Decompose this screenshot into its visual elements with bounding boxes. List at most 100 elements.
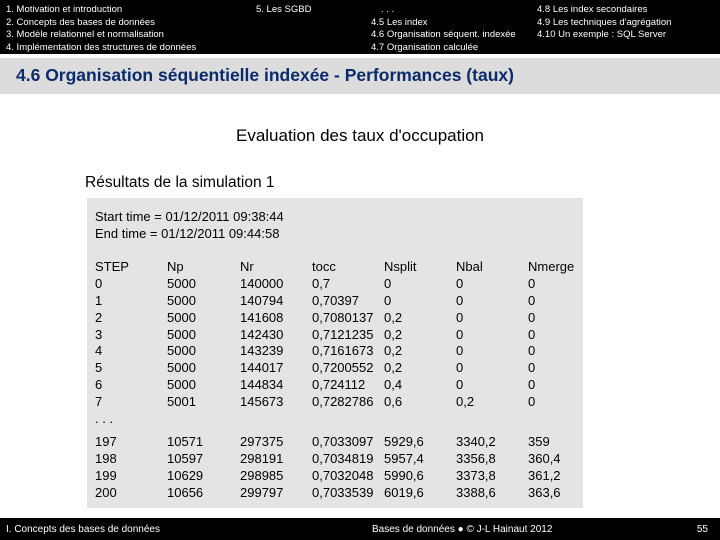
table-cell: 10629	[167, 467, 204, 483]
end-time: End time = 01/12/2011 09:44:58	[95, 226, 280, 241]
nav-item[interactable]: 4.7 Organisation calculée	[371, 42, 516, 55]
slide-subtitle: Evaluation des taux d'occupation	[235, 126, 485, 145]
slide-title: 4.6 Organisation séquentielle indexée - …	[16, 65, 514, 85]
column-nmerge-block2: 359 360,4 361,2 363,6	[528, 434, 561, 502]
table-cell: 0,7033539	[312, 484, 374, 500]
nav-item-sgbd[interactable]: 5. Les SGBD	[256, 4, 311, 17]
column-nmerge-block1: Nmerge 0 0 0 0 0 0 0 0	[528, 259, 574, 411]
column-header: STEP	[95, 259, 129, 274]
table-cell: 5000	[167, 326, 196, 342]
table-cell: 0,7200552	[312, 360, 374, 376]
nav-item[interactable]: 4.6 Organisation séquent. indexée	[371, 29, 516, 42]
nav-sections-column: . . . 4.5 Les index 4.6 Organisation séq…	[371, 4, 516, 54]
column-nsplit-block1: Nsplit 0 0 0,2 0,2 0,2 0,2 0,4 0,6	[384, 259, 417, 411]
column-nr-block1: Nr 140000 140794 141608 142430 143239 14…	[240, 259, 283, 411]
table-cell: 6	[95, 377, 103, 393]
table-cell: 5000	[167, 275, 196, 291]
table-cell: 5000	[167, 377, 196, 393]
start-time: Start time = 01/12/2011 09:38:44	[95, 209, 284, 224]
table-cell: 197	[95, 434, 117, 449]
table-cell: 140000	[240, 275, 284, 291]
table-cell: 0,2	[384, 309, 403, 325]
column-nbal-block2: 3340,2 3356,8 3373,8 3388,6	[456, 434, 496, 502]
table-cell: 0	[528, 326, 536, 342]
table-cell: 144834	[240, 377, 284, 393]
table-cell: 5000	[167, 292, 196, 308]
table-cell: 0	[528, 309, 536, 325]
table-cell: 0,7121235	[312, 326, 374, 342]
table-cell: 0	[528, 292, 536, 308]
table-cell: 199	[95, 467, 117, 483]
table-cell: 0	[528, 394, 536, 410]
run-times: Start time = 01/12/2011 09:38:44 End tim…	[95, 208, 284, 242]
table-cell: 0,7282786	[312, 394, 374, 410]
table-cell: 10571	[167, 434, 204, 449]
table-cell: 360,4	[528, 450, 561, 466]
table-cell: 5000	[167, 360, 196, 376]
column-nbal-block1: Nbal 0 0 0 0 0 0 0 0,2	[456, 259, 483, 411]
table-cell: 145673	[240, 394, 284, 410]
table-cell: 0	[95, 275, 103, 291]
table-cell: 144017	[240, 360, 284, 376]
table-cell: 143239	[240, 343, 284, 359]
table-cell: 198	[95, 450, 117, 466]
table-cell: 0	[456, 360, 464, 376]
table-cell: 0,7161673	[312, 343, 374, 359]
table-cell: 0	[456, 292, 464, 308]
table-cell: 2	[95, 309, 103, 325]
table-cell: 0	[456, 326, 464, 342]
table-cell: 10597	[167, 450, 204, 466]
table-cell: 1	[95, 292, 103, 308]
column-tocc-block1: tocc 0,7 0,70397 0,7080137 0,7121235 0,7…	[312, 259, 373, 411]
column-header: Nbal	[456, 259, 483, 274]
column-header: Nmerge	[528, 259, 575, 274]
top-navigation-bar: 1. Motivation et introduction 2. Concept…	[0, 0, 720, 54]
table-cell: 0,4	[384, 377, 403, 393]
results-heading: Résultats de la simulation 1	[85, 174, 275, 191]
nav-item[interactable]: 4.8 Les index secondaires	[537, 4, 671, 17]
table-cell: 359	[528, 434, 550, 449]
table-cell: 361,2	[528, 467, 561, 483]
nav-item[interactable]: . . .	[371, 4, 516, 17]
table-cell: 0,7033097	[312, 434, 374, 449]
table-cell: 5000	[167, 309, 196, 325]
table-cell: 142430	[240, 326, 284, 342]
table-cell: 200	[95, 484, 117, 500]
table-cell: 0	[384, 275, 392, 291]
table-cell: 0,2	[384, 360, 403, 376]
column-step-block1: STEP 0 1 2 3 4 5 6 7 . . .	[95, 259, 129, 428]
nav-item[interactable]: 4.5 Les index	[371, 17, 516, 30]
page-number: 55	[696, 524, 708, 535]
table-cell: 299797	[240, 484, 284, 500]
nav-item[interactable]: 4.9 Les techniques d'agrégation	[537, 17, 671, 30]
column-step-block2: 197 198 199 200	[95, 434, 117, 502]
footer-bar: I. Concepts des bases de données Bases d…	[0, 518, 720, 540]
table-cell: 5000	[167, 343, 196, 359]
table-cell: 298191	[240, 450, 284, 466]
simulation-results-panel: Start time = 01/12/2011 09:38:44 End tim…	[87, 198, 583, 508]
table-cell: 7	[95, 394, 103, 410]
nav-item[interactable]: 3. Modèle relationnel et normalisation	[6, 29, 196, 42]
table-cell: 3356,8	[456, 450, 496, 466]
table-cell: 6019,6	[384, 484, 424, 500]
table-cell: 3373,8	[456, 467, 496, 483]
nav-item[interactable]: 2. Concepts des bases de données	[6, 17, 196, 30]
column-header: Np	[167, 259, 184, 274]
column-np-block2: 10571 10597 10629 10656	[167, 434, 203, 502]
table-cell: 0	[456, 275, 464, 291]
table-cell: 0,70397	[312, 292, 359, 308]
nav-item[interactable]: 4. Implémentation des structures de donn…	[6, 42, 196, 55]
nav-item[interactable]: 4.10 Un exemple : SQL Server	[537, 29, 671, 42]
table-cell: 0	[456, 343, 464, 359]
column-header: tocc	[312, 259, 336, 274]
table-cell: 0	[528, 343, 536, 359]
table-cell: 0,2	[384, 343, 403, 359]
table-cell: 0,7034819	[312, 450, 374, 466]
footer-chapter: I. Concepts des bases de données	[6, 524, 160, 535]
column-tocc-block2: 0,7033097 0,7034819 0,7032048 0,7033539	[312, 434, 373, 502]
table-cell: 0,7080137	[312, 309, 374, 325]
nav-item[interactable]: 1. Motivation et introduction	[6, 4, 196, 17]
nav-sections-column-right: 4.8 Les index secondaires 4.9 Les techni…	[537, 4, 671, 42]
table-cell: 3388,6	[456, 484, 496, 500]
column-header: Nsplit	[384, 259, 417, 274]
